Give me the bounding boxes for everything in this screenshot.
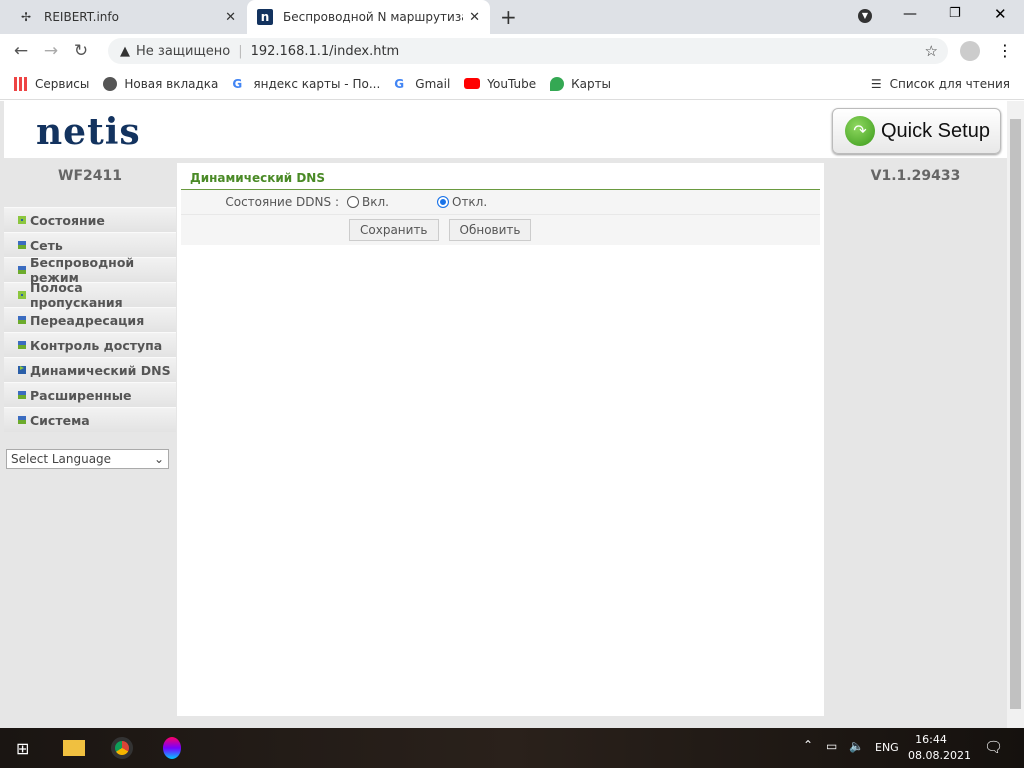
tab-reibert[interactable]: ✢ REIBERT.info ✕	[8, 0, 246, 34]
bookmark-star-icon[interactable]: ☆	[925, 42, 938, 60]
globe-icon	[103, 76, 118, 91]
menu-bullet-icon	[18, 366, 26, 374]
new-tab-button[interactable]: +	[500, 5, 517, 29]
volume-icon[interactable]: 🔈	[849, 739, 864, 753]
taskbar: ⊞ ⌃ ▭ 🔈 ENG 16:44 08.08.2021 🗨	[0, 728, 1024, 768]
scrollbar[interactable]	[1007, 101, 1024, 728]
ddns-label: Состояние DDNS :	[225, 195, 339, 209]
section-title: Динамический DNS	[181, 171, 820, 190]
network-icon[interactable]: ▭	[826, 739, 837, 753]
radio-checked-icon	[437, 196, 449, 208]
sidebar-item[interactable]: Сеть	[4, 232, 176, 257]
menu-bullet-icon	[18, 341, 26, 349]
url-field[interactable]: ▲ Не защищено | 192.168.1.1/index.htm ☆	[108, 38, 948, 64]
sidebar-item[interactable]: Состояние	[4, 207, 176, 232]
sidebar-item[interactable]: Беспроводной режим	[4, 255, 176, 285]
file-explorer-icon[interactable]	[63, 740, 86, 756]
sidebar-item[interactable]: Контроль доступа	[4, 332, 176, 357]
sidebar-item[interactable]: Переадресация	[4, 307, 176, 332]
language-indicator[interactable]: ENG	[875, 741, 899, 754]
radio-off[interactable]: Откл.	[437, 195, 487, 209]
radio-on[interactable]: Вкл.	[347, 195, 437, 209]
sidebar-item-label: Расширенные	[30, 387, 132, 403]
close-tab-icon[interactable]: ✕	[225, 10, 236, 25]
menu-bullet-icon	[18, 416, 26, 424]
scrollbar-thumb[interactable]	[1010, 119, 1021, 709]
menu-bullet-icon	[18, 291, 26, 299]
netis-favicon-icon: n	[257, 9, 273, 25]
youtube-icon	[464, 78, 481, 89]
ddns-status-row: Состояние DDNS : Вкл. Откл.	[181, 190, 820, 215]
chrome-icon[interactable]	[111, 737, 134, 759]
menu-icon[interactable]: ⋮	[997, 41, 1013, 60]
bookmark-youtube[interactable]: YouTube	[464, 77, 536, 91]
maps-pin-icon	[550, 76, 565, 91]
menu-bullet-icon	[18, 216, 26, 224]
notifications-icon[interactable]: 🗨	[984, 738, 1003, 756]
clock[interactable]: 16:44 08.08.2021	[908, 732, 971, 764]
show-hidden-icons[interactable]: ⌃	[803, 738, 813, 752]
close-tab-icon[interactable]: ✕	[469, 10, 480, 25]
close-window-button[interactable]: ✕	[994, 5, 1007, 23]
sidebar-item[interactable]: Полоса пропускания	[4, 280, 176, 310]
google-icon: G	[394, 76, 405, 91]
reading-list[interactable]: ☰ Список для чтения	[871, 77, 1010, 91]
sidebar-item-label: Состояние	[30, 212, 105, 228]
maximize-button[interactable]: ❐	[949, 6, 961, 21]
chevron-down-icon: ⌄	[153, 452, 164, 466]
netis-logo: netis	[36, 111, 141, 153]
reload-button[interactable]: ↻	[66, 41, 96, 61]
save-button[interactable]: Сохранить	[349, 219, 439, 241]
menu-bullet-icon	[18, 241, 26, 249]
radio-icon	[347, 196, 359, 208]
sidebar-item[interactable]: Динамический DNS	[4, 357, 176, 382]
sidebar-item[interactable]: Система	[4, 407, 176, 432]
firmware-version: V1.1.29433	[870, 168, 961, 184]
tab-bar: ✢ REIBERT.info ✕ n Беспроводной N маршрутиз…	[0, 0, 1024, 34]
menu-bullet-icon	[18, 316, 26, 324]
bookmark-yandex-maps[interactable]: Gяндекс карты - По...	[232, 77, 380, 91]
account-avatar[interactable]	[960, 41, 980, 61]
menu-bullet-icon	[18, 391, 26, 399]
quick-setup-button[interactable]: ↷ Quick Setup	[832, 108, 1001, 154]
forward-button[interactable]: →	[36, 41, 66, 61]
apps-grid-icon	[14, 76, 28, 91]
model-name: WF2411	[58, 168, 122, 184]
back-button[interactable]: ←	[6, 41, 36, 61]
minimize-button[interactable]: —	[903, 6, 917, 22]
reading-list-icon: ☰	[870, 76, 882, 91]
profile-menu-icon[interactable]: ▼	[858, 9, 872, 23]
sidebar-item-label: Полоса пропускания	[30, 280, 123, 310]
reibert-favicon-icon: ✢	[20, 10, 32, 24]
bookmark-new-tab[interactable]: Новая вкладка	[103, 76, 218, 91]
warning-icon: ▲	[120, 43, 130, 59]
sidebar-item-label: Динамический DNS	[30, 362, 171, 378]
address-bar: ← → ↻ ▲ Не защищено | 192.168.1.1/index.…	[0, 34, 1024, 68]
bookmark-services[interactable]: Сервисы	[14, 76, 89, 91]
google-icon: G	[232, 76, 243, 91]
bookmark-maps[interactable]: Карты	[550, 76, 611, 91]
sidebar: WF2411 Состояние Сеть Беспроводной режим По…	[4, 163, 176, 469]
sidebar-item-label: Система	[30, 412, 90, 428]
tab-router[interactable]: nБеспроводной N маршрутизатор✕	[247, 0, 490, 34]
language-select[interactable]: Select Language ⌄	[6, 449, 169, 469]
menu-bullet-icon	[18, 266, 26, 274]
sidebar-item[interactable]: Расширенные	[4, 382, 176, 407]
app-icon[interactable]	[163, 737, 182, 759]
button-row: Сохранить Обновить	[181, 215, 820, 245]
windows-start-icon[interactable]: ⊞	[16, 739, 29, 758]
quick-setup-arrow-icon: ↷	[845, 116, 875, 146]
sidebar-item-label: Переадресация	[30, 312, 145, 328]
bookmark-gmail[interactable]: G Gmail	[394, 77, 450, 91]
sidebar-item-label: Сеть	[30, 237, 63, 253]
refresh-button[interactable]: Обновить	[448, 219, 532, 241]
sidebar-item-label: Контроль доступа	[30, 337, 163, 353]
router-page: netis ↷ Quick Setup WF2411 Состояние Сеть Б…	[0, 101, 1007, 728]
bookmarks-bar: Сервисы Новая вкладка Gяндекс карты - По…	[0, 68, 1024, 100]
page-header: netis ↷ Quick Setup	[4, 101, 1007, 158]
content-panel: Динамический DNS Состояние DDNS : Вкл. О…	[177, 163, 824, 716]
